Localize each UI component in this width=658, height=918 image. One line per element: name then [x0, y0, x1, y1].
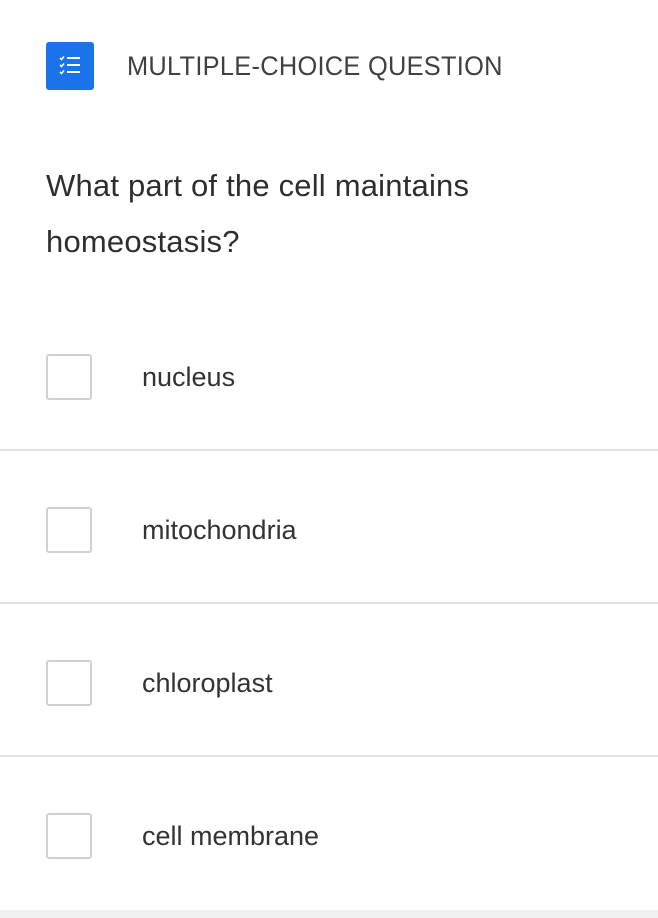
- answer-option-nucleus[interactable]: nucleus: [0, 298, 658, 451]
- option-label: cell membrane: [142, 821, 320, 851]
- question-type-header: MULTIPLE-CHOICE QUESTION: [46, 42, 527, 90]
- option-checkbox[interactable]: [46, 507, 92, 553]
- option-checkbox[interactable]: [46, 354, 92, 400]
- question-text: What part of the cell maintains homeosta…: [46, 168, 470, 259]
- question-type-badge: [46, 42, 94, 90]
- answer-option-chloroplast[interactable]: chloroplast: [0, 604, 658, 757]
- option-label: nucleus: [142, 362, 236, 392]
- option-checkbox[interactable]: [46, 660, 92, 706]
- checklist-icon: [59, 55, 80, 75]
- option-label: mitochondria: [142, 515, 297, 545]
- answer-options-list: nucleus mitochondria chloroplast cell me…: [0, 298, 658, 910]
- question-type-title: MULTIPLE-CHOICE QUESTION: [127, 50, 503, 81]
- answer-option-mitochondria[interactable]: mitochondria: [0, 451, 658, 604]
- answer-option-cell-membrane[interactable]: cell membrane: [0, 757, 658, 910]
- option-label: chloroplast: [142, 668, 273, 698]
- footer-divider: [0, 910, 658, 918]
- option-checkbox[interactable]: [46, 813, 92, 859]
